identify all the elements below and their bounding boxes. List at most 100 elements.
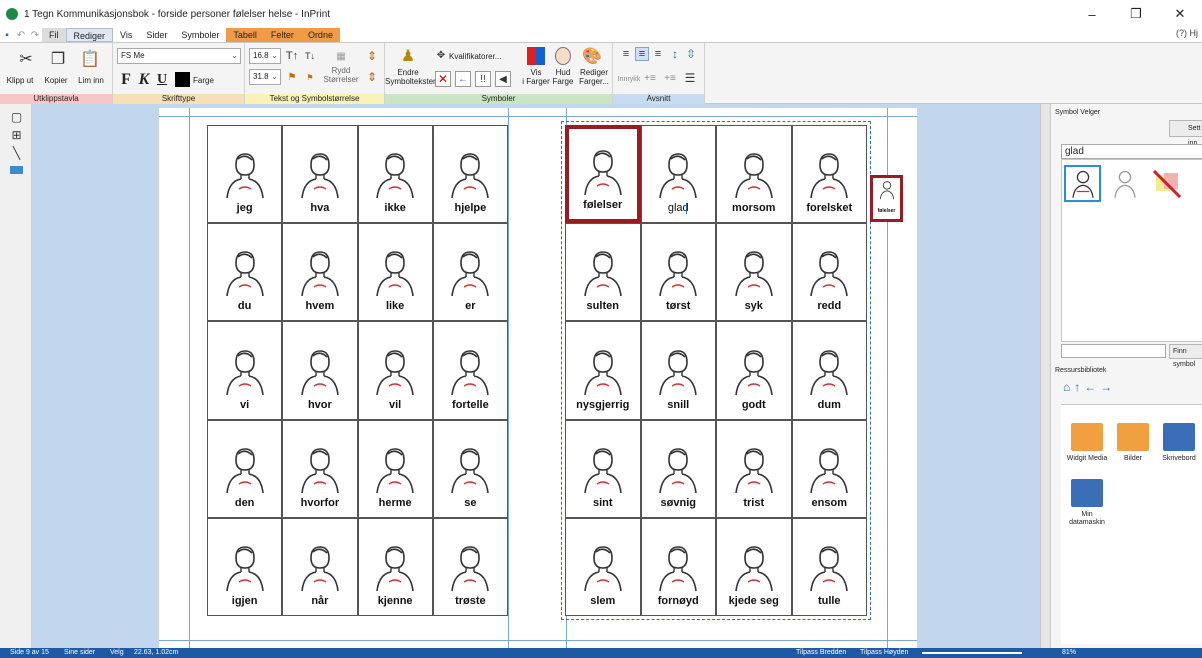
qualifiers-button[interactable]: Kvalifikatorer... <box>449 52 509 61</box>
symbol-cell[interactable]: fortelle <box>432 321 508 420</box>
change-symbol-line2[interactable]: Symbolteksten <box>385 77 437 86</box>
fit-width-button[interactable]: Tilpass Bredden <box>796 648 846 658</box>
indent-button[interactable]: Innrykk <box>617 75 641 84</box>
exclaim-icon[interactable]: !! <box>475 71 491 87</box>
floating-symbol[interactable]: følelser <box>870 175 903 222</box>
symbol-cell[interactable]: sint <box>565 419 641 518</box>
symbol-cell[interactable]: redd <box>791 223 867 322</box>
close-button[interactable]: ✕ <box>1158 0 1202 28</box>
minimize-button[interactable]: – <box>1070 0 1114 28</box>
vertical-scrollbar[interactable] <box>1041 104 1051 648</box>
symbol-cell[interactable]: ikke <box>357 125 433 224</box>
symbol-cell[interactable]: nysgjerrig <box>565 321 641 420</box>
skin-color-line1[interactable]: Hud <box>549 68 577 77</box>
folder-skrivebord[interactable]: Skrivebord <box>1157 423 1201 463</box>
symbol-cell[interactable]: morsom <box>716 125 792 224</box>
italic-button[interactable]: K <box>137 71 151 89</box>
tab-fil[interactable]: Fil <box>42 28 66 42</box>
insert-button[interactable]: Sett inn <box>1169 120 1202 147</box>
symbol-cell[interactable]: trøste <box>432 517 508 616</box>
font-color-swatch[interactable] <box>175 72 190 87</box>
edit-colors-line1[interactable]: Rediger <box>577 68 611 77</box>
symbol-cell[interactable]: snill <box>640 321 716 420</box>
tab-felter[interactable]: Felter <box>263 28 301 42</box>
pages-toggle[interactable]: Sine sider <box>64 648 95 658</box>
tidy-sizes-line2[interactable]: Størrelser <box>323 75 359 84</box>
font-color-button[interactable]: Farge <box>193 76 219 85</box>
symbol-cell[interactable]: slem <box>565 517 641 616</box>
tab-symboler[interactable]: Symboler <box>174 28 226 42</box>
symbol-cell[interactable]: hvorfor <box>282 419 358 518</box>
rectangle-tool-icon[interactable]: ▢ <box>10 110 23 124</box>
triangle-left-icon[interactable]: ◀ <box>495 71 511 87</box>
select-mode[interactable]: Velg <box>110 648 124 658</box>
tidy-sizes-line1[interactable]: Rydd <box>323 66 359 75</box>
maximize-button[interactable]: ❐ <box>1114 0 1158 28</box>
tab-tabell[interactable]: Tabell <box>226 28 264 42</box>
find-input[interactable] <box>1061 344 1166 358</box>
shrink-text-icon[interactable]: T↓ <box>303 49 317 63</box>
align-size-2-icon[interactable]: ⇕ <box>365 70 379 84</box>
grow-text-icon[interactable]: T↑ <box>285 49 299 63</box>
symbol-cell[interactable]: hvem <box>282 223 358 322</box>
undo-icon[interactable]: ↶ <box>14 28 28 42</box>
table-tool-icon[interactable]: ⊞ <box>10 128 23 142</box>
symbol-cell[interactable]: vil <box>357 321 433 420</box>
arrow-left-icon[interactable]: ← <box>455 71 471 87</box>
symbol-cell[interactable]: fornøyd <box>640 517 716 616</box>
edit-colors-line2[interactable]: Farger... <box>577 77 611 86</box>
symbol-cell[interactable]: kjede seg <box>716 517 792 616</box>
underline-button[interactable]: U <box>155 71 169 89</box>
symbol-cell[interactable]: trist <box>716 419 792 518</box>
symbol-cell[interactable]: kjenne <box>357 517 433 616</box>
symbol-cell[interactable]: herme <box>357 419 433 518</box>
symbol-cell[interactable]: glad <box>640 125 716 224</box>
align-left-icon[interactable]: ≡ <box>619 47 633 61</box>
redo-icon[interactable]: ↷ <box>28 28 42 42</box>
copy-button[interactable]: Kopier <box>40 76 72 85</box>
save-icon[interactable]: ▪ <box>0 28 14 42</box>
find-symbol-button[interactable]: Finn symbol <box>1169 344 1202 368</box>
symbol-search-input[interactable]: glad <box>1061 144 1202 159</box>
zoom-slider[interactable] <box>922 652 1022 654</box>
home-icon[interactable]: ⌂ <box>1063 380 1074 394</box>
symbol-cell[interactable]: se <box>432 419 508 518</box>
tab-ordne[interactable]: Ordne <box>300 28 340 42</box>
symbol-cell[interactable]: tulle <box>791 517 867 616</box>
symbol-cell[interactable]: er <box>432 223 508 322</box>
symbol-cell[interactable]: forelsket <box>791 125 867 224</box>
folder-widgit-media[interactable]: Widgit Media <box>1065 423 1109 463</box>
change-symbol-line1[interactable]: Endre <box>385 68 431 77</box>
font-family-combo[interactable]: FS Me ⌄ <box>117 48 241 64</box>
show-colors-line2[interactable]: i Farger <box>521 77 551 86</box>
result-symbol-2[interactable] <box>1106 165 1143 202</box>
shrink-symbol-icon[interactable]: ⚑ <box>303 70 317 84</box>
document-canvas[interactable]: jeg hva ikke hjelpe du hvem like er vi hvor vil for… <box>32 104 1040 648</box>
symbol-cell[interactable]: godt <box>716 321 792 420</box>
tab-rediger[interactable]: Rediger <box>65 28 114 42</box>
symbol-cell[interactable]: når <box>282 517 358 616</box>
symbol-size-combo[interactable]: 31.8 ⌄ <box>249 69 281 85</box>
up-icon[interactable]: ↑ <box>1074 380 1084 394</box>
grow-symbol-icon[interactable]: ⚑ <box>285 70 299 84</box>
symbol-cell[interactable]: syk <box>716 223 792 322</box>
result-symbol-1[interactable] <box>1064 165 1101 202</box>
symbol-cell[interactable]: den <box>207 419 283 518</box>
bold-button[interactable]: F <box>119 71 133 89</box>
result-symbol-3[interactable] <box>1148 165 1185 202</box>
show-colors-line1[interactable]: Vis <box>521 68 551 77</box>
help-link[interactable]: (?) Hj <box>1176 28 1198 38</box>
skin-color-line2[interactable]: Farge <box>549 77 577 86</box>
fit-height-button[interactable]: Tilpass Høyden <box>860 648 908 658</box>
remove-qualifier-icon[interactable]: ✕ <box>435 71 451 87</box>
symbol-cell[interactable]: hva <box>282 125 358 224</box>
tab-sider[interactable]: Sider <box>139 28 174 42</box>
symbol-cell[interactable]: igjen <box>207 517 283 616</box>
symbol-cell[interactable]: dum <box>791 321 867 420</box>
symbol-cell[interactable]: vi <box>207 321 283 420</box>
paste-button[interactable]: Lim inn <box>74 76 108 85</box>
cut-button[interactable]: Klipp ut <box>2 76 38 85</box>
folder-bilder[interactable]: Bilder <box>1111 423 1155 463</box>
image-tool-icon[interactable] <box>10 166 23 174</box>
align-center-icon[interactable]: ≡ <box>635 47 649 61</box>
